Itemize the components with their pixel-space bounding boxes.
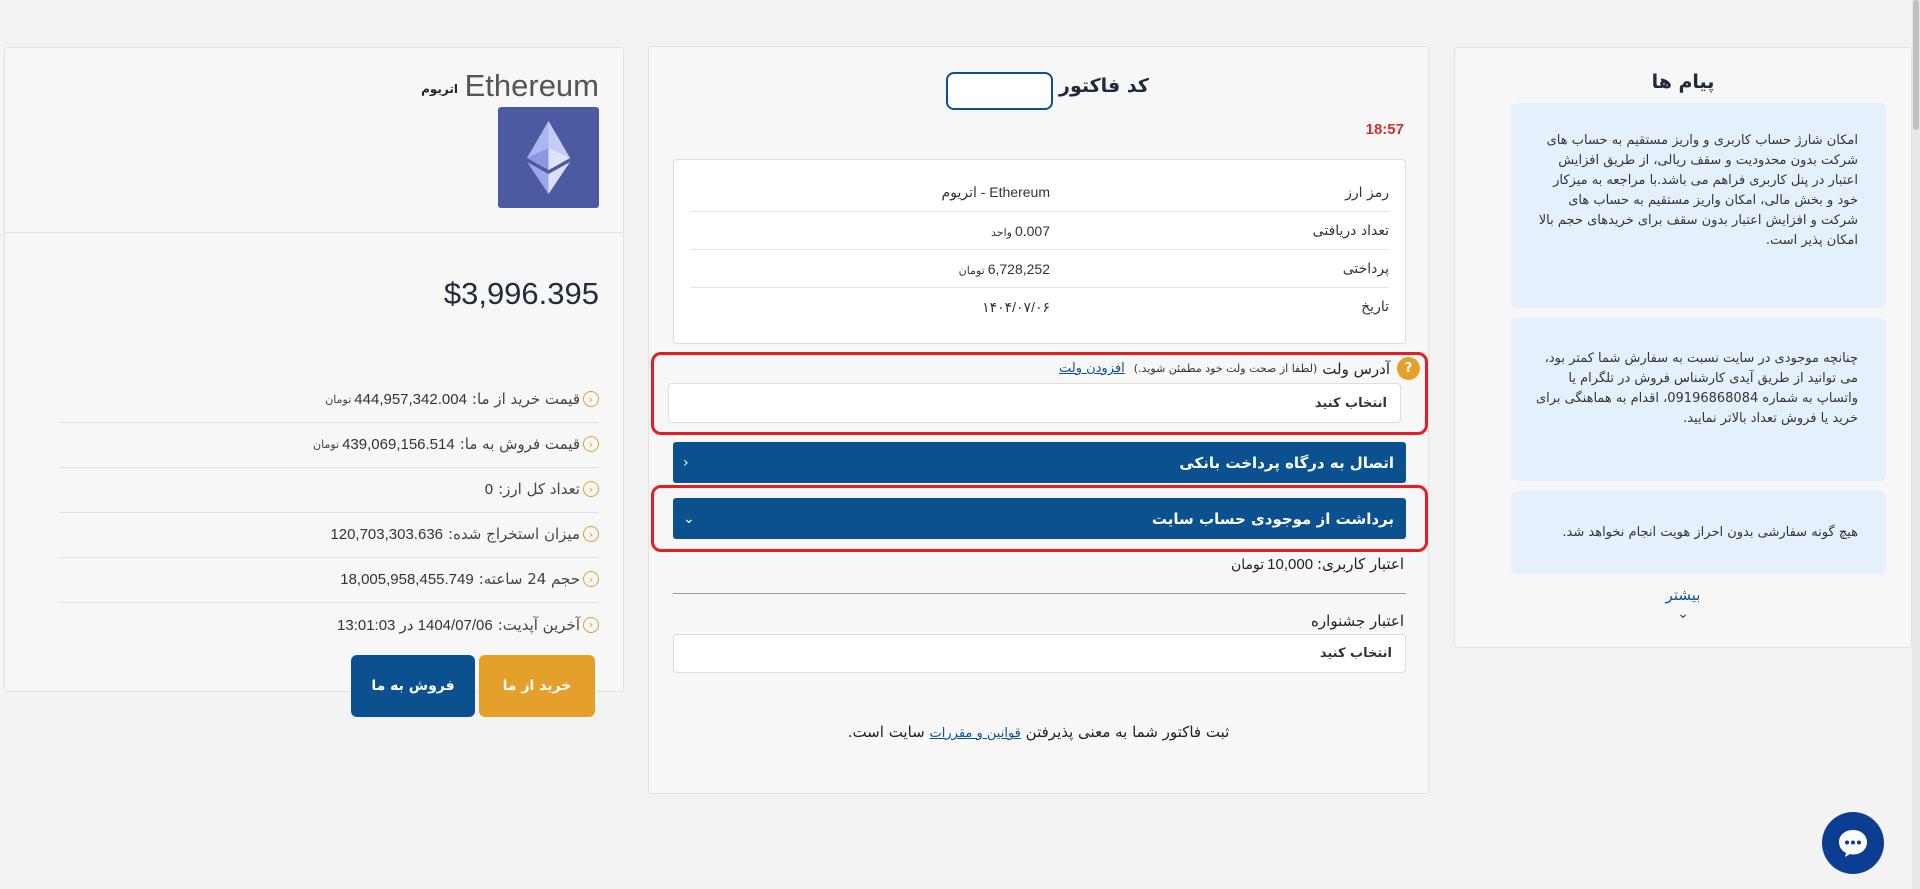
wallet-balance-accordion[interactable]: برداشت از موجودی حساب سایت ⌄ — [673, 498, 1406, 539]
summary-label: تاریخ — [1361, 299, 1389, 315]
chevron-left-circle-icon: ‹ — [583, 391, 599, 407]
message-card: هیچ گونه سفارشی بدون احراز هویت انجام نخ… — [1511, 491, 1886, 574]
chevron-left-icon: ‹ — [683, 454, 689, 471]
divider — [673, 593, 1406, 594]
message-card: چنانچه موجودی در سایت نسبت به سفارش شما … — [1511, 318, 1886, 481]
invoice-code-field — [946, 72, 1053, 110]
buy-button[interactable]: خرید از ما — [479, 655, 595, 717]
summary-value-text: ۱۴۰۴/۰۷/۰۶ — [982, 298, 1050, 315]
summary-value: 6,728,252تومان — [690, 261, 1050, 277]
summary-unit: تومان — [958, 264, 985, 277]
gateway-label: اتصال به درگاه پرداخت بانکی — [1179, 453, 1394, 472]
stat-unit: تومان — [313, 437, 340, 451]
summary-value-text: Ethereum - اتریوم — [941, 184, 1050, 200]
stat-row: ‹ قیمت خرید از ما: 444,957,342.004 تومان — [59, 378, 599, 423]
chat-bubble-icon[interactable] — [1822, 812, 1884, 874]
scrollbar-thumb[interactable] — [1913, 0, 1919, 130]
stat-label: میزان استخراج شده: — [448, 525, 580, 543]
terms-suffix: سایت است. — [847, 723, 925, 741]
summary-value: ۱۴۰۴/۰۷/۰۶ — [690, 299, 1050, 316]
coin-name: Ethereum — [464, 68, 599, 103]
chevron-down-icon: ⌄ — [683, 510, 695, 527]
summary-value: 0.007واحد — [690, 223, 1050, 239]
coin-price: $3,996.395 — [443, 276, 599, 311]
summary-value: Ethereum - اتریوم — [690, 184, 1050, 201]
summary-value-text: 6,728,252 — [987, 260, 1050, 277]
stat-label: قیمت فروش به ما: — [459, 435, 580, 453]
summary-label: رمز ارز — [1345, 184, 1389, 201]
invoice-panel: کد فاکتور 18:57 رمز ارز Ethereum - اتریو… — [648, 46, 1429, 794]
summary-row: تاریخ ۱۴۰۴/۰۷/۰۶ — [690, 288, 1389, 326]
messages-title: پیام ها — [1651, 71, 1715, 93]
summary-label: تعداد دریافتی — [1312, 222, 1389, 239]
stat-label: تعداد کل ارز: — [498, 480, 580, 498]
chevron-down-icon[interactable]: ⌄ — [1455, 606, 1911, 622]
chevron-left-circle-icon: ‹ — [583, 481, 599, 497]
stat-value: 439,069,156.514 — [342, 435, 455, 453]
countdown-timer: 18:57 — [1365, 121, 1404, 138]
ethereum-logo-icon — [498, 107, 599, 208]
wallet-hint: (لطفا از صحت ولت خود مطمئن شوید.) — [1133, 362, 1318, 375]
stat-value: 1404/07/06 در 13:01:03 — [337, 616, 493, 634]
invoice-summary: رمز ارز Ethereum - اتریوم تعداد دریافتی … — [673, 159, 1406, 344]
coin-stats-list: ‹ قیمت خرید از ما: 444,957,342.004 تومان… — [59, 378, 599, 648]
terms-link[interactable]: قوانین و مقررات — [930, 726, 1021, 741]
bank-gateway-accordion[interactable]: اتصال به درگاه پرداخت بانکی ‹ — [673, 442, 1406, 483]
wallet-select[interactable]: انتخاب کنید — [668, 383, 1401, 423]
chevron-left-circle-icon: ‹ — [583, 571, 599, 587]
stat-row: ‹ حجم 24 ساعته: 18,005,958,455.749 — [59, 558, 599, 603]
terms-notice: ثبت فاکتور شما به معنی پذیرفتن قوانین و … — [649, 723, 1428, 741]
message-card: امکان شارژ حساب کاربری و واریز مستقیم به… — [1511, 103, 1886, 308]
festival-credit-label: اعتبار جشنواره — [1311, 612, 1404, 630]
messages-panel: پیام ها امکان شارژ حساب کاربری و واریز م… — [1454, 47, 1912, 648]
coin-name-fa: اتریوم — [421, 82, 458, 96]
wallet-pay-label: برداشت از موجودی حساب سایت — [1151, 509, 1394, 528]
stat-unit: تومان — [325, 392, 352, 406]
festival-credit-select[interactable]: انتخاب کنید — [673, 634, 1406, 673]
scrollbar[interactable] — [1912, 0, 1920, 889]
summary-row: رمز ارز Ethereum - اتریوم — [690, 174, 1389, 212]
add-wallet-link[interactable]: افزودن ولت — [1059, 361, 1125, 376]
stat-label: حجم 24 ساعته: — [478, 570, 580, 588]
summary-value-text: 0.007 — [1014, 222, 1050, 239]
stat-value: 18,005,958,455.749 — [340, 570, 474, 588]
user-credit-value: 10,000 — [1267, 556, 1314, 573]
stat-value: 120,703,303.636 — [330, 525, 444, 543]
summary-label: پرداختی — [1342, 260, 1389, 277]
stat-row: ‹ قیمت فروش به ما: 439,069,156.514 تومان — [59, 423, 599, 468]
stat-label: قیمت خرید از ما: — [471, 390, 580, 408]
sell-button[interactable]: فروش به ما — [351, 655, 475, 717]
chevron-left-circle-icon: ‹ — [583, 526, 599, 542]
stat-value: 444,957,342.004 — [354, 390, 467, 408]
stat-value: 0 — [484, 480, 494, 498]
user-credit-label: اعتبار کاربری: — [1317, 555, 1404, 573]
chevron-left-circle-icon: ‹ — [583, 616, 599, 633]
chevron-left-circle-icon: ‹ — [583, 436, 599, 452]
summary-row: پرداختی 6,728,252تومان — [690, 250, 1389, 288]
summary-unit: واحد — [991, 226, 1012, 239]
user-credit-unit: تومان — [1230, 557, 1265, 573]
summary-row: تعداد دریافتی 0.007واحد — [690, 212, 1389, 250]
coin-info-panel: Ethereum اتریوم $3,996.395 ‹ قیمت خرید ا… — [4, 47, 624, 692]
coin-header: Ethereum اتریوم — [5, 48, 623, 233]
wallet-label-row: ? آدرس ولت (لطفا از صحت ولت خود مطمئن شو… — [1059, 357, 1420, 380]
stat-row: ‹ تعداد کل ارز: 0 — [59, 468, 599, 513]
help-icon[interactable]: ? — [1397, 357, 1420, 380]
stat-label: آخرین آپدیت: — [497, 615, 580, 634]
stat-row: ‹ آخرین آپدیت: 1404/07/06 در 13:01:03 — [59, 603, 599, 648]
user-credit: اعتبار کاربری:10,000تومان — [1231, 555, 1404, 573]
more-link[interactable]: بیشتر — [1455, 586, 1911, 604]
invoice-title: کد فاکتور — [1059, 75, 1149, 97]
wallet-label: آدرس ولت — [1322, 359, 1390, 378]
stat-row: ‹ میزان استخراج شده: 120,703,303.636 — [59, 513, 599, 558]
terms-prefix: ثبت فاکتور شما به معنی پذیرفتن — [1025, 723, 1230, 741]
